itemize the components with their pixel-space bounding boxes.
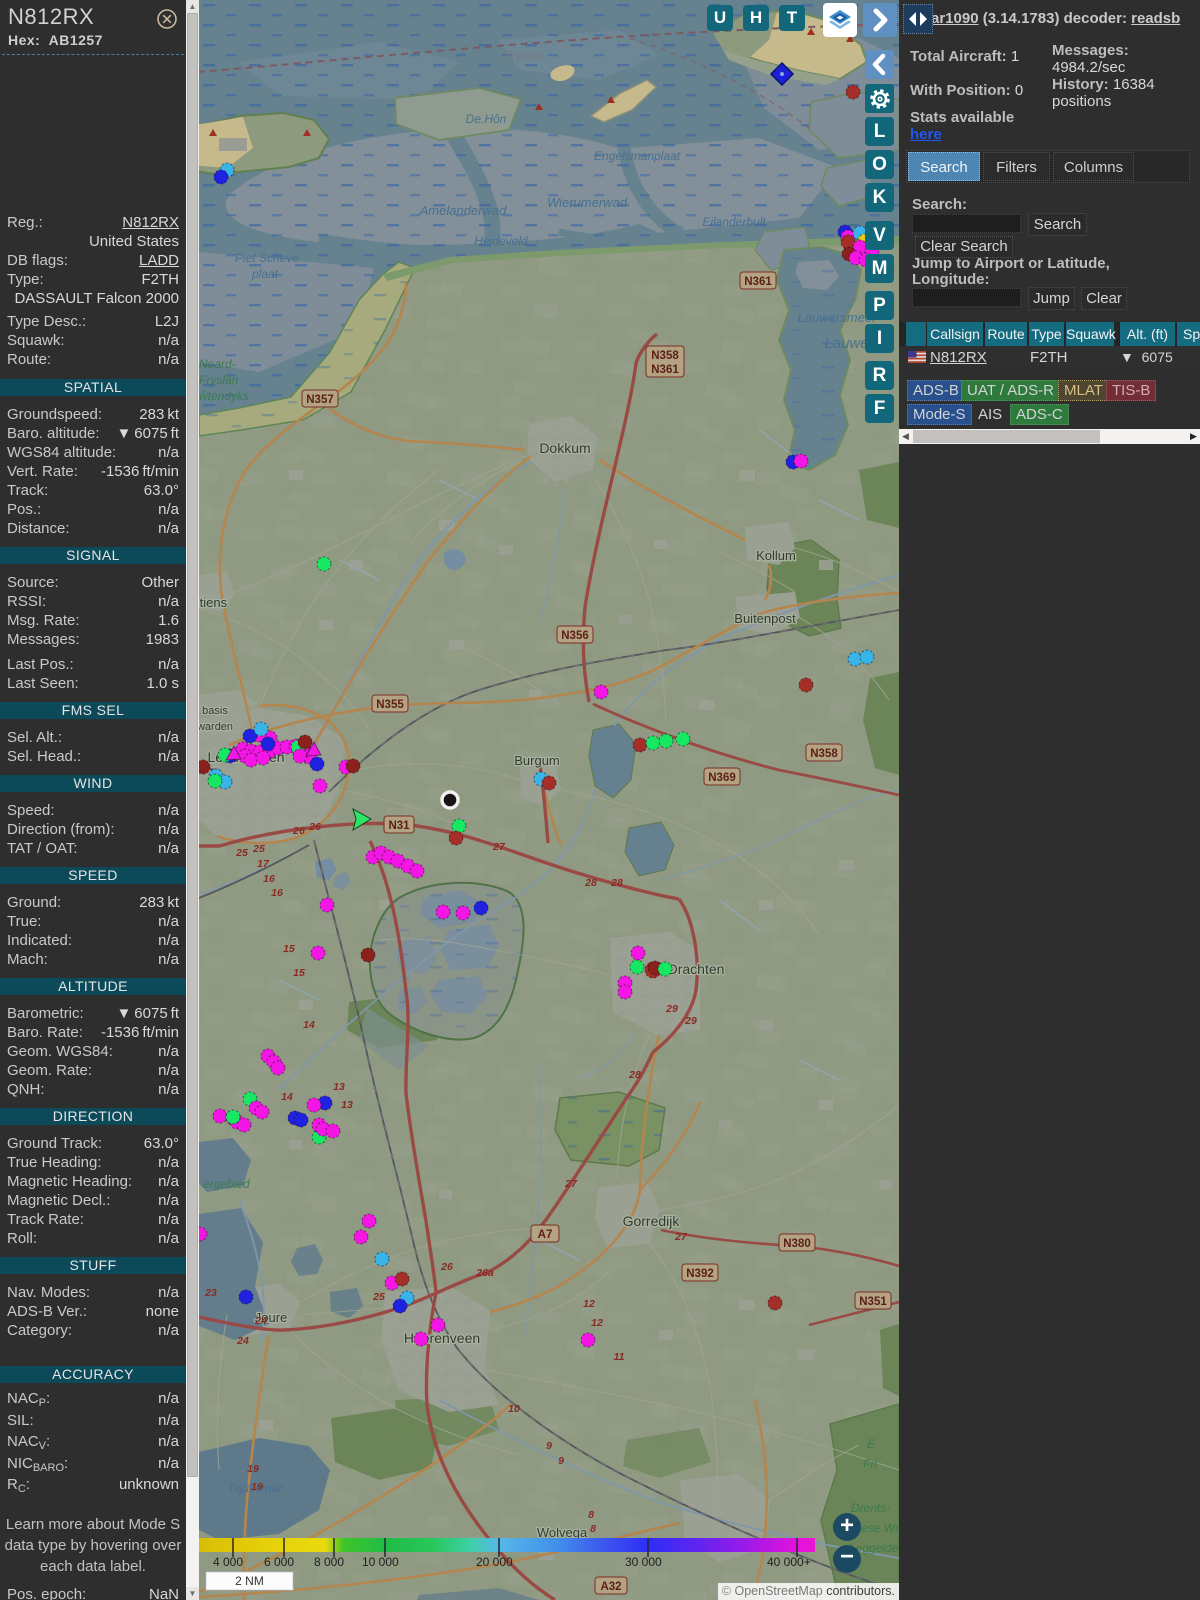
svg-text:8: 8 bbox=[590, 1523, 596, 1535]
svg-text:24: 24 bbox=[254, 1315, 267, 1327]
svg-text:Eilanderbult: Eilanderbult bbox=[702, 215, 766, 229]
svg-text:14: 14 bbox=[281, 1091, 293, 1103]
svg-text:25: 25 bbox=[252, 843, 265, 855]
svg-text:N355: N355 bbox=[376, 699, 404, 711]
svg-text:N380: N380 bbox=[783, 1238, 811, 1250]
svg-text:15: 15 bbox=[293, 967, 305, 979]
svg-text:plaat: plaat bbox=[251, 267, 279, 281]
svg-text:27: 27 bbox=[492, 841, 506, 853]
svg-text:N351: N351 bbox=[859, 1296, 887, 1308]
svg-text:26: 26 bbox=[440, 1261, 453, 1273]
svg-text:N358: N358 bbox=[810, 748, 838, 760]
svg-text:Fri: Fri bbox=[863, 1457, 877, 1471]
svg-text:26: 26 bbox=[292, 825, 305, 837]
svg-text:16: 16 bbox=[263, 873, 275, 885]
svg-text:Buitenpost: Buitenpost bbox=[734, 611, 796, 626]
svg-text:Dokkum: Dokkum bbox=[539, 440, 590, 456]
svg-text:17: 17 bbox=[257, 858, 270, 870]
svg-text:ergebied: ergebied bbox=[203, 1177, 250, 1191]
svg-text:Engelsmanplaat: Engelsmanplaat bbox=[594, 149, 681, 163]
svg-text:11: 11 bbox=[614, 1351, 625, 1363]
svg-text:28: 28 bbox=[584, 877, 597, 889]
svg-text:27: 27 bbox=[674, 1231, 688, 1243]
svg-text:N361: N361 bbox=[651, 364, 679, 376]
svg-text:Drents-: Drents- bbox=[851, 1501, 890, 1515]
svg-text:26a: 26a bbox=[475, 1267, 494, 1279]
svg-text:29: 29 bbox=[665, 1003, 678, 1015]
svg-text:12: 12 bbox=[591, 1317, 603, 1329]
svg-text:19: 19 bbox=[251, 1481, 263, 1493]
svg-text:9: 9 bbox=[546, 1440, 552, 1452]
svg-text:Noard-: Noard- bbox=[199, 357, 236, 371]
svg-text:8: 8 bbox=[588, 1509, 594, 1521]
svg-text:N361: N361 bbox=[744, 276, 772, 288]
svg-text:N369: N369 bbox=[708, 772, 736, 784]
svg-text:Amelanderwad: Amelanderwad bbox=[419, 203, 507, 218]
svg-text:Drachten: Drachten bbox=[668, 961, 725, 977]
svg-text:16: 16 bbox=[271, 887, 283, 899]
svg-text:29: 29 bbox=[684, 1015, 697, 1027]
svg-text:Burgum: Burgum bbox=[514, 753, 560, 768]
svg-text:Piet Scheve: Piet Scheve bbox=[235, 251, 299, 265]
svg-text:Gorredijk: Gorredijk bbox=[623, 1213, 681, 1229]
svg-text:Fryslân: Fryslân bbox=[504, 49, 544, 63]
svg-text:13: 13 bbox=[333, 1081, 345, 1093]
svg-text:N357: N357 bbox=[306, 394, 334, 406]
svg-text:19: 19 bbox=[247, 1463, 259, 1475]
svg-text:A7: A7 bbox=[538, 1229, 553, 1241]
svg-text:Stiens: Stiens bbox=[199, 595, 228, 610]
svg-text:De.Hôn: De.Hôn bbox=[466, 112, 507, 126]
svg-text:Fryslân: Fryslân bbox=[199, 373, 239, 387]
svg-text:28: 28 bbox=[628, 1069, 641, 1081]
svg-text:14: 14 bbox=[303, 1019, 315, 1031]
svg-text:10: 10 bbox=[508, 1403, 520, 1415]
svg-text:15: 15 bbox=[283, 943, 295, 955]
svg-text:Wierumerwad: Wierumerwad bbox=[547, 195, 628, 210]
svg-text:13: 13 bbox=[341, 1099, 353, 1111]
svg-text:9: 9 bbox=[558, 1455, 564, 1467]
svg-text:N31: N31 bbox=[388, 820, 410, 832]
svg-text:basis: basis bbox=[202, 705, 228, 717]
svg-text:N392: N392 bbox=[686, 1268, 714, 1280]
svg-text:Heideveld: Heideveld bbox=[474, 234, 528, 248]
svg-text:E: E bbox=[867, 1437, 876, 1451]
svg-text:24: 24 bbox=[236, 1335, 249, 1347]
svg-text:A32: A32 bbox=[600, 1581, 621, 1593]
svg-text:28: 28 bbox=[610, 877, 623, 889]
svg-text:25: 25 bbox=[372, 1291, 385, 1303]
svg-text:N358: N358 bbox=[651, 350, 679, 362]
svg-text:ŵtendyks: ŵtendyks bbox=[199, 389, 249, 403]
svg-text:23: 23 bbox=[204, 1287, 217, 1299]
svg-text:warden: warden bbox=[199, 721, 233, 733]
svg-text:12: 12 bbox=[583, 1298, 595, 1310]
svg-text:26: 26 bbox=[308, 821, 321, 833]
svg-text:25: 25 bbox=[235, 847, 248, 859]
svg-text:27: 27 bbox=[564, 1178, 578, 1190]
svg-text:N356: N356 bbox=[561, 630, 589, 642]
svg-text:Kollum: Kollum bbox=[756, 548, 796, 563]
